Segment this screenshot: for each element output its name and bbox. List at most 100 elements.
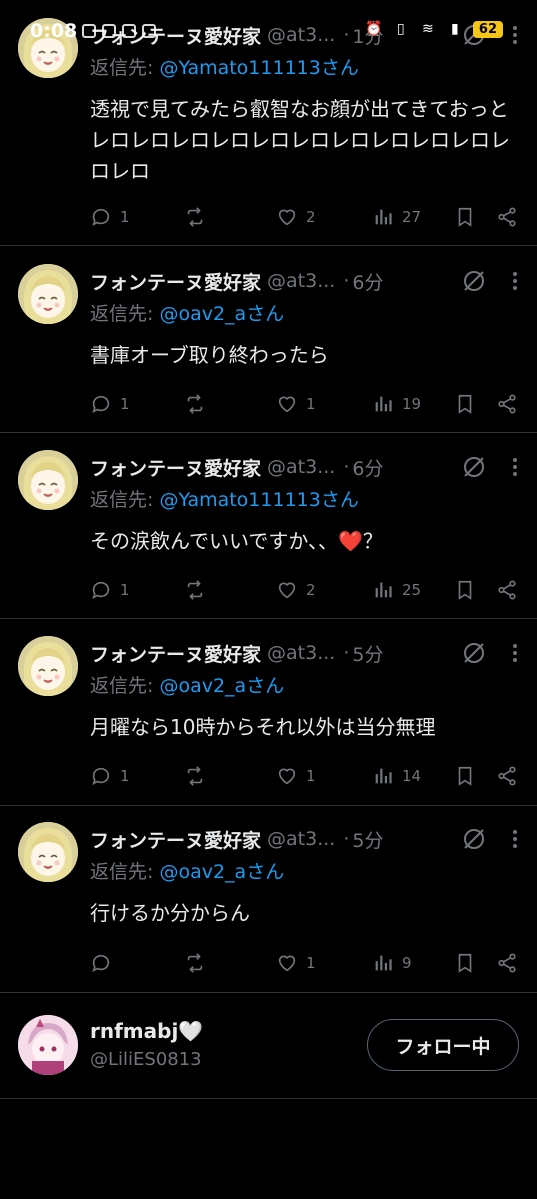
reply-to-handle[interactable]: @oav2_aさん: [159, 675, 284, 697]
tweet[interactable]: フォンテーヌ愛好家 @at3... · 5分 返信先: @oav2_aさん 行け…: [0, 806, 537, 993]
tweet-time[interactable]: 6分: [352, 268, 383, 295]
views-icon: [372, 206, 394, 228]
retweet-button[interactable]: [184, 575, 214, 605]
tweet-actions: 1 1 19: [90, 389, 519, 419]
tweet-time[interactable]: 6分: [352, 454, 383, 481]
like-button[interactable]: 1: [276, 761, 316, 791]
reply-button[interactable]: 1: [90, 575, 130, 605]
separator-dot: ·: [343, 642, 350, 664]
reply-to-handle[interactable]: @oav2_aさん: [159, 861, 284, 883]
retweet-button[interactable]: [184, 202, 214, 232]
tweet-text: 月曜なら10時からそれ以外は当分無理: [90, 715, 436, 739]
views-button[interactable]: 25: [372, 575, 421, 605]
reply-icon: [90, 393, 112, 415]
retweet-button[interactable]: [184, 389, 214, 419]
status-indicators: ⏰ ▯ ≋ ▮ 62: [365, 20, 503, 38]
grok-icon[interactable]: [461, 268, 487, 294]
tweet-author-name[interactable]: フォンテーヌ愛好家: [90, 826, 261, 853]
reply-button[interactable]: 1: [90, 761, 130, 791]
status-bar: 0:08 ⏰ ▯ ≋ ▮ 62: [0, 0, 537, 62]
share-icon: [496, 579, 518, 601]
bookmark-icon: [454, 765, 476, 787]
views-count: 27: [402, 208, 422, 226]
battery-indicator: 62: [472, 20, 503, 38]
tweet-author-handle[interactable]: @at3...: [267, 642, 335, 664]
reply-count: 1: [120, 208, 130, 226]
more-options-icon[interactable]: [507, 640, 523, 666]
tweet-author-name[interactable]: フォンテーヌ愛好家: [90, 268, 261, 295]
follow-card-name[interactable]: rnfmabj🤍: [90, 1019, 203, 1043]
more-options-icon[interactable]: [507, 826, 523, 852]
avatar[interactable]: [18, 1015, 78, 1075]
retweet-icon: [184, 952, 206, 974]
reply-to-line: 返信先: @Yamato111113さん: [90, 489, 359, 511]
reply-to-line: 返信先: @oav2_aさん: [90, 675, 285, 697]
grok-icon[interactable]: [461, 826, 487, 852]
bookmark-icon: [454, 952, 476, 974]
more-options-icon[interactable]: [507, 454, 523, 480]
tweet-actions: 1 2 25: [90, 575, 519, 605]
views-button[interactable]: 27: [372, 202, 421, 232]
bookmark-button[interactable]: [454, 761, 476, 791]
like-button[interactable]: 2: [276, 575, 316, 605]
retweet-button[interactable]: [184, 948, 214, 978]
tweet[interactable]: フォンテーヌ愛好家 @at3... · 6分 返信先: @Yamato11111…: [0, 433, 537, 619]
retweet-button[interactable]: [184, 761, 214, 791]
reply-button[interactable]: [90, 948, 120, 978]
share-button[interactable]: [496, 761, 518, 791]
avatar[interactable]: [18, 450, 78, 510]
following-button[interactable]: フォロー中: [367, 1019, 519, 1071]
heart-icon: [276, 765, 298, 787]
like-button[interactable]: 1: [276, 948, 316, 978]
share-button[interactable]: [496, 202, 518, 232]
avatar[interactable]: [18, 636, 78, 696]
follow-card[interactable]: rnfmabj🤍 @LiliES0813 フォロー中: [0, 993, 537, 1099]
reply-to-handle[interactable]: @Yamato111113さん: [159, 489, 358, 511]
tweet-author-handle[interactable]: @at3...: [267, 270, 335, 292]
heart-icon: [276, 952, 298, 974]
tweet-author-name[interactable]: フォンテーヌ愛好家: [90, 640, 261, 667]
tweet-author-name[interactable]: フォンテーヌ愛好家: [90, 454, 261, 481]
tweet-time[interactable]: 5分: [352, 826, 383, 853]
bookmark-button[interactable]: [454, 575, 476, 605]
like-button[interactable]: 2: [276, 202, 316, 232]
bookmark-button[interactable]: [454, 389, 476, 419]
tweet-author-handle[interactable]: @at3...: [267, 456, 335, 478]
bookmark-button[interactable]: [454, 202, 476, 232]
separator-dot: ·: [343, 456, 350, 478]
reply-to-handle[interactable]: @oav2_aさん: [159, 303, 284, 325]
views-button[interactable]: 14: [372, 761, 421, 791]
bookmark-button[interactable]: [454, 948, 476, 978]
reply-button[interactable]: 1: [90, 389, 130, 419]
share-icon: [496, 206, 518, 228]
tweet-author-handle[interactable]: @at3...: [267, 828, 335, 850]
follow-card-handle: @LiliES0813: [90, 1049, 202, 1070]
tweet-time[interactable]: 5分: [352, 640, 383, 667]
avatar[interactable]: [18, 822, 78, 882]
reply-button[interactable]: 1: [90, 202, 130, 232]
share-button[interactable]: [496, 948, 518, 978]
grok-icon[interactable]: [461, 454, 487, 480]
like-button[interactable]: 1: [276, 389, 316, 419]
like-count: 1: [306, 767, 316, 785]
share-button[interactable]: [496, 575, 518, 605]
tweet[interactable]: フォンテーヌ愛好家 @at3... · 6分 返信先: @oav2_aさん 書庫…: [0, 246, 537, 433]
views-button[interactable]: 9: [372, 948, 412, 978]
tweet-text: 書庫オーブ取り終わったら: [90, 343, 329, 367]
views-count: 25: [402, 581, 422, 599]
wifi-icon: ≋: [422, 21, 434, 37]
views-icon: [372, 952, 394, 974]
separator-dot: ·: [343, 828, 350, 850]
more-options-icon[interactable]: [507, 268, 523, 294]
share-button[interactable]: [496, 389, 518, 419]
reply-to-line: 返信先: @oav2_aさん: [90, 303, 285, 325]
tweet-actions: 1 1 14: [90, 761, 519, 791]
notification-icon: [102, 24, 116, 38]
heart-icon: [276, 579, 298, 601]
grok-icon[interactable]: [461, 640, 487, 666]
views-button[interactable]: 19: [372, 389, 421, 419]
views-count: 9: [402, 954, 412, 972]
avatar[interactable]: [18, 264, 78, 324]
tweet[interactable]: フォンテーヌ愛好家 @at3... · 5分 返信先: @oav2_aさん 月曜…: [0, 619, 537, 806]
bookmark-icon: [454, 206, 476, 228]
